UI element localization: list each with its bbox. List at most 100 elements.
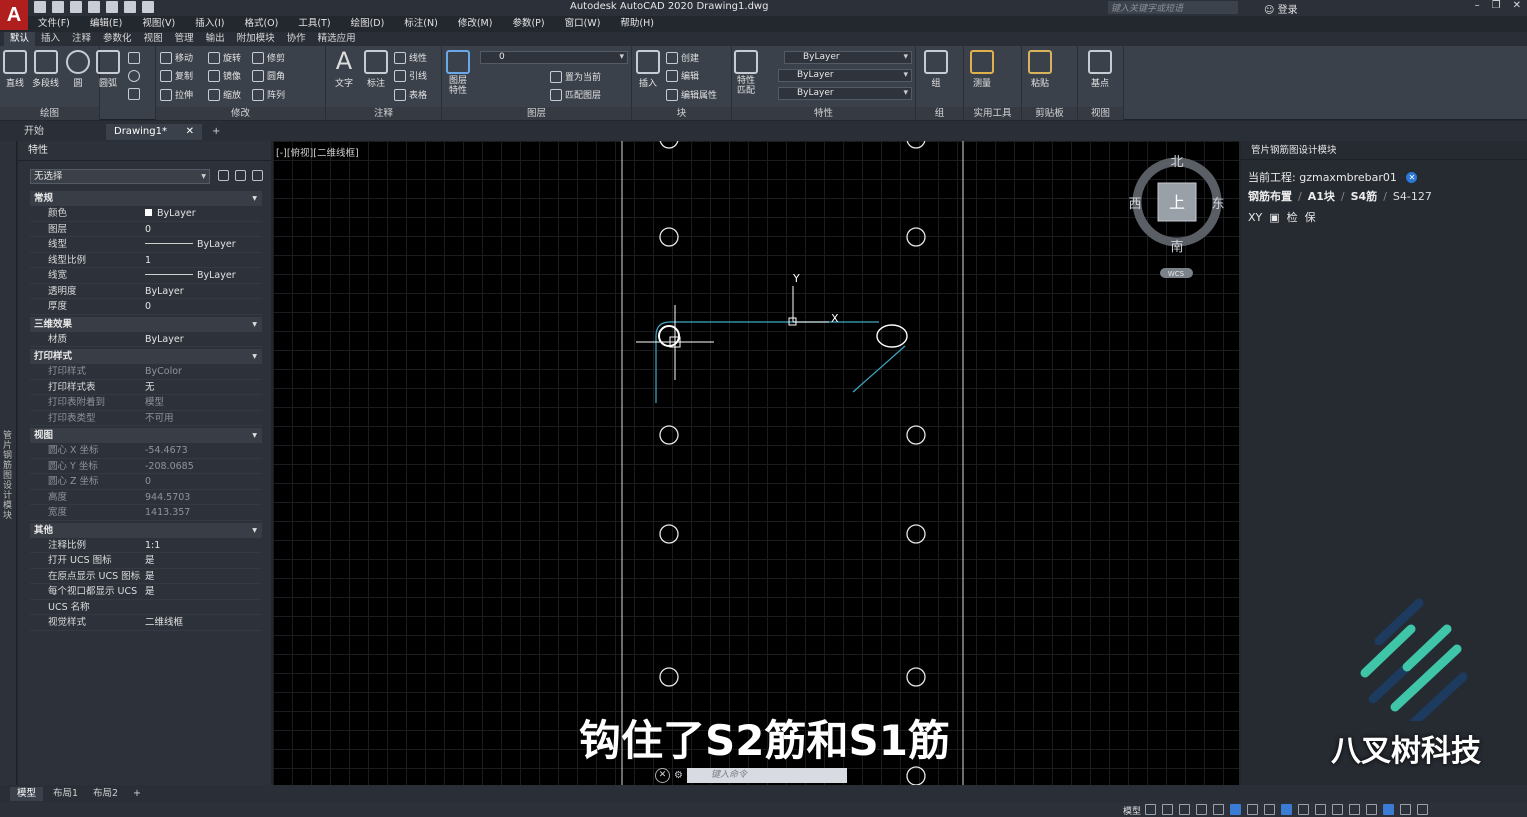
copy-button[interactable]: 复制 xyxy=(160,69,193,82)
property-row[interactable]: 打印样式表 无 xyxy=(30,380,262,395)
minimize-icon[interactable]: – xyxy=(1475,0,1480,11)
group-title-groups[interactable]: 组 xyxy=(916,107,963,120)
tab-parametric[interactable]: 参数化 xyxy=(97,32,138,46)
property-value-cell[interactable]: 是 xyxy=(144,569,262,584)
lineweight-dropdown[interactable]: ByLayer xyxy=(778,87,912,100)
tab-drawing1[interactable]: Drawing1* ✕ xyxy=(106,124,202,140)
table-button[interactable]: 表格 xyxy=(394,88,427,101)
set-current-button[interactable]: 置为当前 xyxy=(550,70,601,83)
tab-insert[interactable]: 插入 xyxy=(35,32,66,46)
viewcube-east[interactable]: 东 xyxy=(1211,197,1224,212)
close-command-icon[interactable]: ✕ xyxy=(655,768,670,783)
menu-file[interactable]: 文件(F) xyxy=(28,16,80,32)
property-value-cell[interactable]: ByLayer xyxy=(144,206,262,221)
tab-collaborate[interactable]: 协作 xyxy=(281,32,312,46)
isodraft-icon[interactable] xyxy=(1213,804,1224,815)
menu-dimension[interactable]: 标注(N) xyxy=(394,16,448,32)
fullscreen-icon[interactable] xyxy=(1400,804,1411,815)
group-title-properties[interactable]: 特性 xyxy=(732,107,915,120)
undo-icon[interactable] xyxy=(124,1,136,13)
property-row[interactable]: 线宽 ByLayer xyxy=(30,268,262,284)
customize-icon[interactable]: ⚙ xyxy=(674,770,683,781)
create-block-button[interactable]: 创建 xyxy=(666,51,699,64)
tab-model[interactable]: 模型 xyxy=(10,787,44,801)
save-icon[interactable] xyxy=(70,1,82,13)
tab-view[interactable]: 视图 xyxy=(138,32,169,46)
ortho-icon[interactable] xyxy=(1179,804,1190,815)
check-button[interactable]: 检 xyxy=(1287,209,1298,225)
property-value-cell[interactable]: 不可用 xyxy=(144,411,262,426)
lineweight-icon[interactable] xyxy=(1264,804,1275,815)
edit-block-button[interactable]: 编辑 xyxy=(666,69,699,82)
edit-attributes-button[interactable]: 编辑属性 xyxy=(666,88,717,101)
property-section-header[interactable]: 打印样式 xyxy=(30,349,262,364)
property-row[interactable]: 打印表类型 不可用 xyxy=(30,411,262,426)
circle-button[interactable]: 圆 xyxy=(66,50,90,89)
property-value-cell[interactable]: ByLayer xyxy=(144,284,262,299)
group-title-layers[interactable]: 图层 xyxy=(442,107,631,120)
move-button[interactable]: 移动 xyxy=(160,51,193,64)
stretch-button[interactable]: 拉伸 xyxy=(160,88,193,101)
group-title-view[interactable]: 视图 xyxy=(1078,107,1123,120)
menu-draw[interactable]: 绘图(D) xyxy=(341,16,395,32)
layer-dropdown[interactable]: 0 xyxy=(480,51,628,64)
trim-button[interactable]: 修剪 xyxy=(252,51,285,64)
annotation-scale-icon[interactable] xyxy=(1315,804,1326,815)
command-input[interactable]: 键入命令 xyxy=(686,768,847,783)
viewcube[interactable]: 上 北 南 东 西 WCS xyxy=(1128,155,1225,278)
tab-layout2[interactable]: 布局2 xyxy=(86,787,125,801)
property-value-cell[interactable]: 是 xyxy=(144,584,262,599)
group-title-block[interactable]: 块 xyxy=(632,107,731,120)
linear-button[interactable]: 线性 xyxy=(394,51,427,64)
osnap-tracking-icon[interactable] xyxy=(1230,804,1241,815)
annotation-visibility-icon[interactable] xyxy=(1281,804,1292,815)
layer-properties-button[interactable]: 图层特性 xyxy=(446,50,470,96)
property-row[interactable]: 注释比例 1:1 xyxy=(30,538,262,553)
property-section-header[interactable]: 其他 xyxy=(30,522,262,538)
property-value-cell[interactable]: ByColor xyxy=(144,364,262,379)
arc-button[interactable]: 圆弧 xyxy=(96,50,120,89)
drawing-canvas[interactable]: [-][俯视][二维线框] Y X 上 北 南 东 西 WCS 钩住了S2筋和S… xyxy=(273,141,1239,785)
menu-tools[interactable]: 工具(T) xyxy=(288,16,340,32)
property-value-cell[interactable]: -208.0685 xyxy=(144,459,262,474)
clear-project-icon[interactable]: ✕ xyxy=(1406,172,1418,183)
property-value-cell[interactable]: 1413.357 xyxy=(144,505,262,520)
menu-view[interactable]: 视图(V) xyxy=(132,16,185,32)
tab-manage[interactable]: 管理 xyxy=(169,32,200,46)
array-button[interactable]: 阵列 xyxy=(252,88,285,101)
property-value-cell[interactable]: 0 xyxy=(144,222,262,237)
menu-insert[interactable]: 插入(I) xyxy=(185,16,234,32)
breadcrumb-item[interactable]: S4筋 xyxy=(1351,190,1378,203)
toggle-pickadd-icon[interactable] xyxy=(218,170,229,181)
viewcube-south[interactable]: 南 xyxy=(1170,239,1183,255)
redo-icon[interactable] xyxy=(142,1,154,13)
rectangle-icon[interactable] xyxy=(128,52,140,64)
property-value-cell[interactable]: 是 xyxy=(144,553,262,568)
close-tab-icon[interactable]: ✕ xyxy=(186,124,194,140)
property-row[interactable]: 线型 ByLayer xyxy=(30,237,262,253)
measure-button[interactable]: 测量 xyxy=(970,50,994,89)
property-section-header[interactable]: 视图 xyxy=(30,428,262,443)
property-row[interactable]: UCS 名称 xyxy=(30,600,262,615)
xy-tool-button[interactable]: XY xyxy=(1248,211,1262,224)
tab-output[interactable]: 输出 xyxy=(200,32,231,46)
viewcube-north[interactable]: 北 xyxy=(1170,155,1183,170)
group-title-clipboard[interactable]: 剪贴板 xyxy=(1022,107,1077,120)
mirror-button[interactable]: 镜像 xyxy=(208,69,241,82)
match-properties-button[interactable]: 特性匹配 xyxy=(734,50,758,96)
fillet-button[interactable]: 圆角 xyxy=(252,69,285,82)
login-button[interactable]: ☺ 登录 xyxy=(1264,1,1298,16)
group-title-annotation[interactable]: 注释 xyxy=(326,107,441,120)
property-row[interactable]: 每个视口都显示 UCS 是 xyxy=(30,584,262,600)
new-tab-button[interactable]: + xyxy=(204,124,228,140)
isolate-objects-icon[interactable] xyxy=(1383,804,1394,815)
property-row[interactable]: 透明度 ByLayer xyxy=(30,284,262,299)
property-row[interactable]: 打开 UCS 图标 是 xyxy=(30,553,262,569)
property-value-cell[interactable]: 二维线框 xyxy=(144,615,262,630)
tab-start[interactable]: 开始 xyxy=(16,124,52,140)
plot-icon[interactable] xyxy=(106,1,118,13)
osnap-icon[interactable] xyxy=(1247,804,1258,815)
property-row[interactable]: 高度 944.5703 xyxy=(30,490,262,505)
base-point-button[interactable]: 基点 xyxy=(1088,50,1112,89)
group-button[interactable]: 组 xyxy=(924,50,948,89)
